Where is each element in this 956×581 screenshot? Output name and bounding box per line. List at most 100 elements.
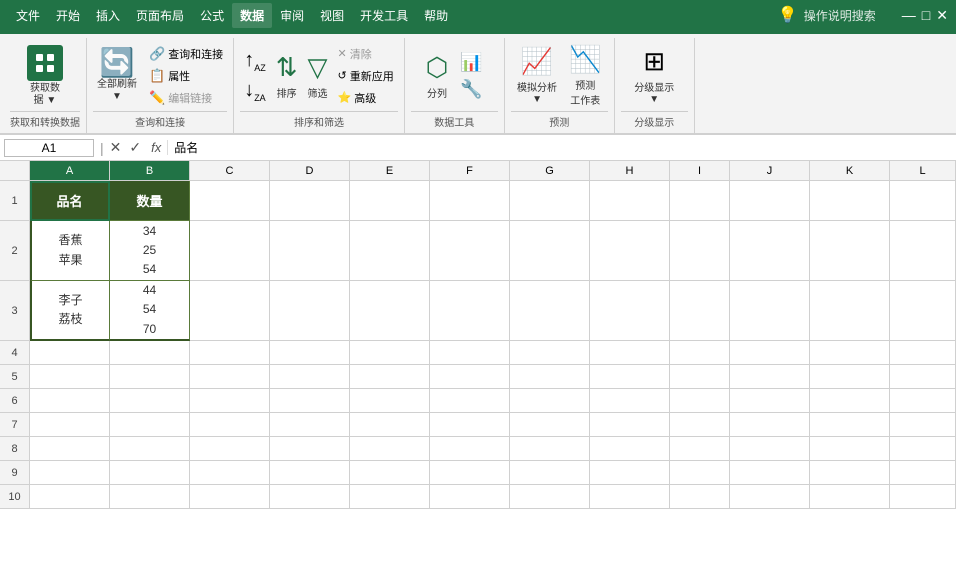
cell-D4[interactable] [270, 341, 350, 365]
cell-f1[interactable] [430, 181, 510, 221]
cell-a2[interactable]: 香蕉 苹果 [30, 221, 110, 281]
cell-B4[interactable] [110, 341, 190, 365]
menu-file[interactable]: 文件 [8, 3, 48, 28]
what-if-button[interactable]: 📈 模拟分析▼ [513, 42, 561, 109]
cell-I6[interactable] [670, 389, 730, 413]
cell-K9[interactable] [810, 461, 890, 485]
cell-I4[interactable] [670, 341, 730, 365]
cell-F6[interactable] [430, 389, 510, 413]
cell-J4[interactable] [730, 341, 810, 365]
cell-G4[interactable] [510, 341, 590, 365]
cell-D9[interactable] [270, 461, 350, 485]
menu-dev[interactable]: 开发工具 [352, 3, 416, 28]
refresh-all-button[interactable]: 🔄 全部刷新▼ [93, 45, 141, 107]
cell-F10[interactable] [430, 485, 510, 509]
cell-l1[interactable] [890, 181, 956, 221]
cell-E6[interactable] [350, 389, 430, 413]
col-header-e[interactable]: E [350, 161, 430, 181]
cell-D8[interactable] [270, 437, 350, 461]
get-data-button[interactable]: 获取数据 ▼ [23, 41, 67, 111]
col-header-l[interactable]: L [890, 161, 956, 181]
row-header-5[interactable]: 5 [0, 365, 30, 389]
cell-B7[interactable] [110, 413, 190, 437]
cell-h1[interactable] [590, 181, 670, 221]
cell-K4[interactable] [810, 341, 890, 365]
cell-f2[interactable] [430, 221, 510, 281]
cell-H10[interactable] [590, 485, 670, 509]
cell-g1[interactable] [510, 181, 590, 221]
cell-D10[interactable] [270, 485, 350, 509]
cell-E8[interactable] [350, 437, 430, 461]
cell-D5[interactable] [270, 365, 350, 389]
namebox[interactable] [4, 139, 94, 157]
cell-K7[interactable] [810, 413, 890, 437]
cell-G7[interactable] [510, 413, 590, 437]
cell-K5[interactable] [810, 365, 890, 389]
cell-C7[interactable] [190, 413, 270, 437]
cell-A9[interactable] [30, 461, 110, 485]
cell-h2[interactable] [590, 221, 670, 281]
menu-review[interactable]: 审阅 [272, 3, 312, 28]
cell-A10[interactable] [30, 485, 110, 509]
cell-B8[interactable] [110, 437, 190, 461]
filter-button[interactable]: ▽ 筛选 [304, 48, 332, 104]
query-connections-button[interactable]: 🔗查询和连接 [145, 44, 227, 64]
menu-layout[interactable]: 页面布局 [128, 3, 192, 28]
cell-F5[interactable] [430, 365, 510, 389]
cell-j1[interactable] [730, 181, 810, 221]
cell-K10[interactable] [810, 485, 890, 509]
cell-E5[interactable] [350, 365, 430, 389]
clear-button[interactable]: ✕清除 [334, 44, 398, 64]
menu-help[interactable]: 帮助 [416, 3, 456, 28]
cell-C8[interactable] [190, 437, 270, 461]
data-tool-1[interactable]: 📊 [456, 50, 486, 75]
row-header-7[interactable]: 7 [0, 413, 30, 437]
cell-I5[interactable] [670, 365, 730, 389]
cell-c1[interactable] [190, 181, 270, 221]
cell-g2[interactable] [510, 221, 590, 281]
menu-home[interactable]: 开始 [48, 3, 88, 28]
cell-L7[interactable] [890, 413, 956, 437]
cell-G10[interactable] [510, 485, 590, 509]
menu-insert[interactable]: 插入 [88, 3, 128, 28]
col-header-h[interactable]: H [590, 161, 670, 181]
cell-B10[interactable] [110, 485, 190, 509]
cell-H4[interactable] [590, 341, 670, 365]
row-header-2[interactable]: 2 [0, 221, 30, 281]
cell-F8[interactable] [430, 437, 510, 461]
cell-B9[interactable] [110, 461, 190, 485]
fx-icon[interactable]: fx [145, 140, 168, 155]
cell-J10[interactable] [730, 485, 810, 509]
split-column-button[interactable]: ⬡ 分列 [422, 48, 453, 104]
row-header-10[interactable]: 10 [0, 485, 30, 509]
cell-E4[interactable] [350, 341, 430, 365]
cell-J5[interactable] [730, 365, 810, 389]
cell-D7[interactable] [270, 413, 350, 437]
col-header-j[interactable]: J [730, 161, 810, 181]
cell-d3[interactable] [270, 281, 350, 341]
cell-C4[interactable] [190, 341, 270, 365]
cell-I8[interactable] [670, 437, 730, 461]
sort-desc-button[interactable]: ↓ZA [240, 77, 270, 105]
col-header-a[interactable]: A [30, 161, 110, 181]
cell-C5[interactable] [190, 365, 270, 389]
cell-J9[interactable] [730, 461, 810, 485]
cell-C6[interactable] [190, 389, 270, 413]
sort-asc-button[interactable]: ↑AZ [240, 47, 270, 75]
col-header-k[interactable]: K [810, 161, 890, 181]
row-header-1[interactable]: 1 [0, 181, 30, 221]
outline-button[interactable]: ⊞ 分级显示▼ [630, 42, 678, 109]
cell-A8[interactable] [30, 437, 110, 461]
cell-L10[interactable] [890, 485, 956, 509]
row-header-3[interactable]: 3 [0, 281, 30, 341]
cell-A5[interactable] [30, 365, 110, 389]
cell-C9[interactable] [190, 461, 270, 485]
minimize-icon[interactable]: — [902, 7, 916, 23]
cell-f3[interactable] [430, 281, 510, 341]
cell-I10[interactable] [670, 485, 730, 509]
cell-c3[interactable] [190, 281, 270, 341]
cell-e2[interactable] [350, 221, 430, 281]
cancel-formula-icon[interactable]: ✕ [106, 139, 126, 156]
cell-d2[interactable] [270, 221, 350, 281]
cell-E7[interactable] [350, 413, 430, 437]
